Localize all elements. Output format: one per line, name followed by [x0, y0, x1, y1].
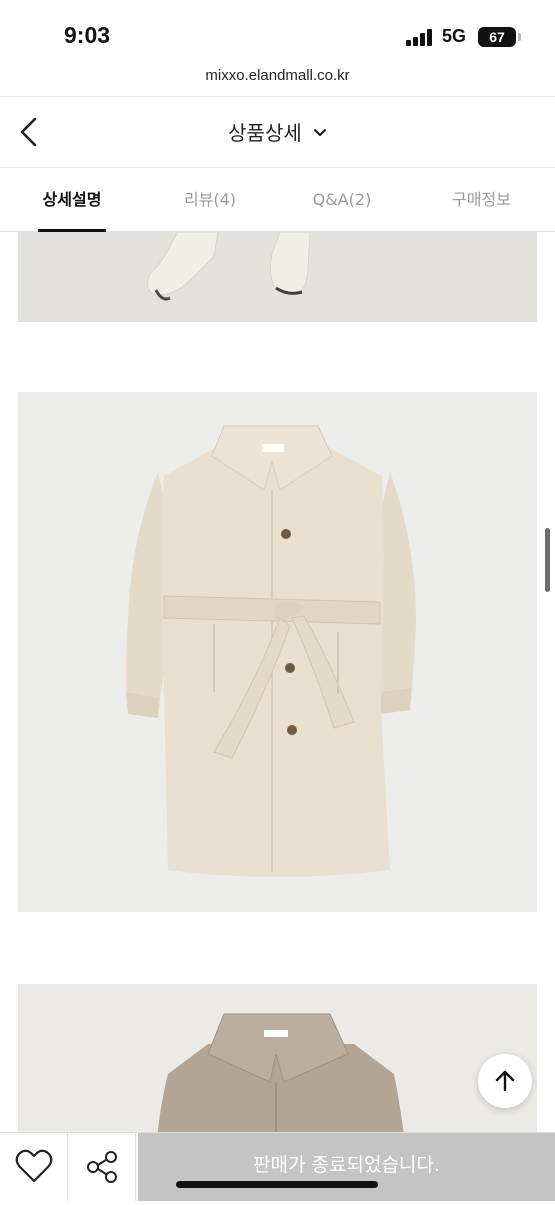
product-photo-boots — [18, 232, 537, 322]
battery-icon: 67 — [478, 27, 516, 47]
scroll-top-button[interactable] — [478, 1054, 532, 1108]
header-title-dropdown[interactable]: 상품상세 — [0, 117, 555, 146]
chevron-down-icon — [313, 123, 327, 142]
network-label: 5G — [442, 26, 467, 46]
tab-detail[interactable]: 상세설명 — [0, 168, 144, 232]
signal-icon — [406, 28, 436, 46]
battery-level: 67 — [489, 29, 505, 45]
url-text: mixxo.elandmall.co.kr — [205, 67, 350, 84]
status-time: 9:03 — [64, 22, 111, 48]
detail-tabs: 상세설명 리뷰(4) Q&A(2) 구매정보 — [0, 168, 555, 232]
share-icon — [87, 1151, 117, 1183]
product-photo-brown-coat — [18, 984, 537, 1132]
bottom-action-bar: 판매가 종료되었습니다. — [0, 1132, 555, 1201]
url-bar[interactable]: mixxo.elandmall.co.kr — [0, 64, 555, 96]
soldout-button: 판매가 종료되었습니다. — [138, 1133, 555, 1201]
share-button[interactable] — [68, 1133, 136, 1201]
arrow-up-icon — [495, 1070, 515, 1092]
battery-tip — [518, 33, 521, 41]
page-header: 상품상세 — [0, 96, 555, 168]
wishlist-button[interactable] — [0, 1133, 68, 1201]
page-title: 상품상세 — [228, 121, 302, 145]
home-indicator — [176, 1181, 378, 1188]
heart-icon — [15, 1149, 53, 1183]
tab-purchase-info[interactable]: 구매정보 — [408, 168, 555, 232]
page-scrollbar[interactable] — [545, 528, 550, 592]
tab-reviews[interactable]: 리뷰(4) — [144, 168, 276, 232]
product-photo-beige-coat — [18, 392, 537, 912]
status-bar: 9:03 5G 67 — [0, 0, 555, 64]
tab-qna[interactable]: Q&A(2) — [276, 168, 408, 232]
detail-content — [0, 232, 555, 1132]
